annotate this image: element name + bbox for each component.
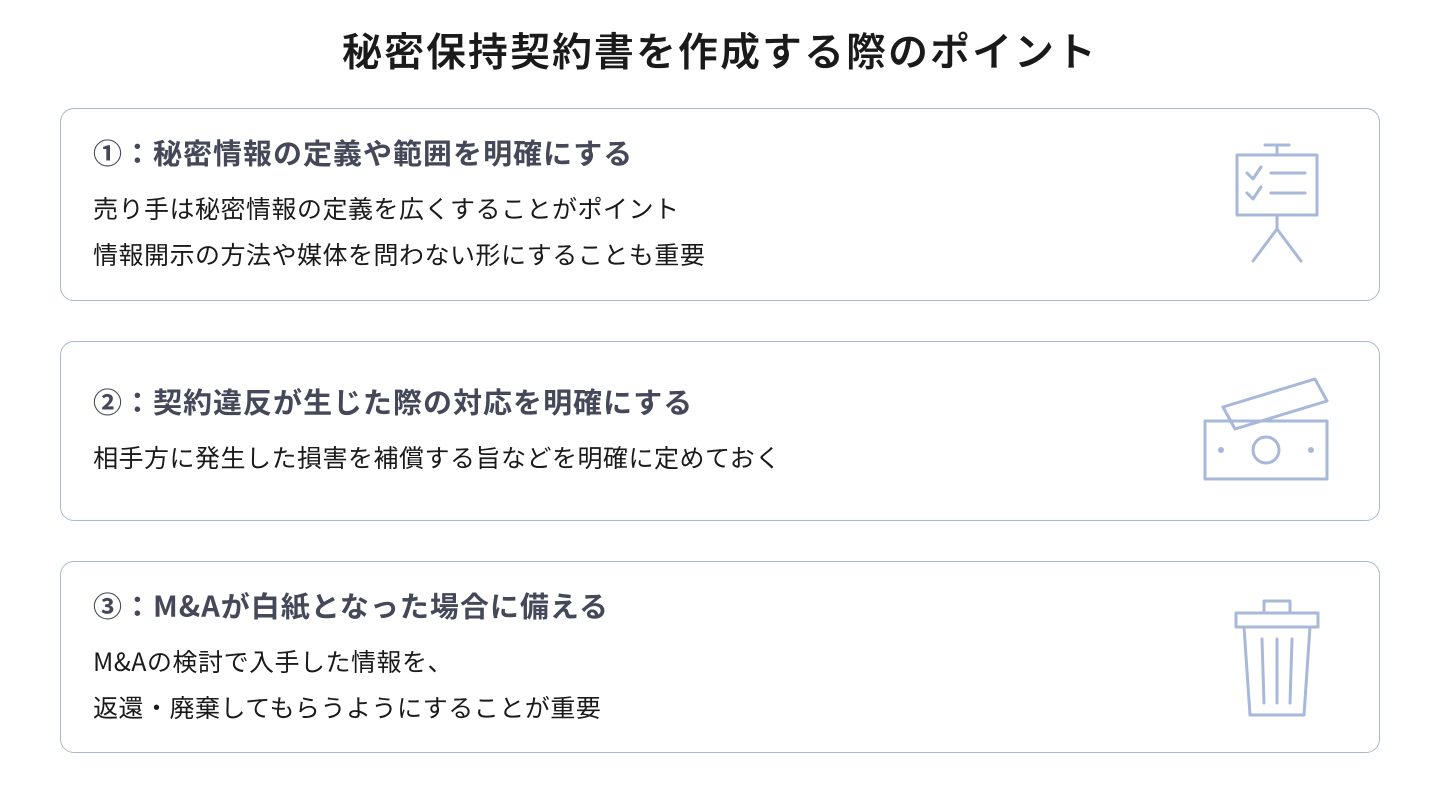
card-1-body: 売り手は秘密情報の定義を広くすることがポイント 情報開示の方法や媒体を問わない形… [93, 185, 1167, 278]
card-list: ①：秘密情報の定義や範囲を明確にする 売り手は秘密情報の定義を広くすることがポイ… [60, 108, 1380, 753]
trash-icon [1207, 587, 1347, 727]
card-3-body: M&Aの検討で入手した情報を、 返還・廃棄してもらうようにすることが重要 [93, 638, 1167, 731]
card-3: ③：M&Aが白紙となった場合に備える M&Aの検討で入手した情報を、 返還・廃棄… [60, 561, 1380, 754]
card-1: ①：秘密情報の定義や範囲を明確にする 売り手は秘密情報の定義を広くすることがポイ… [60, 108, 1380, 301]
card-2: ②：契約違反が生じた際の対応を明確にする 相手方に発生した損害を補償する旨などを… [60, 341, 1380, 521]
card-1-line1: 売り手は秘密情報の定義を広くすることがポイント [93, 185, 1167, 231]
card-3-text: ③：M&Aが白紙となった場合に備える M&Aの検討で入手した情報を、 返還・廃棄… [93, 584, 1167, 731]
card-1-text: ①：秘密情報の定義や範囲を明確にする 売り手は秘密情報の定義を広くすることがポイ… [93, 131, 1167, 278]
card-2-line1: 相手方に発生した損害を補償する旨などを明確に定めておく [93, 434, 1147, 480]
card-3-heading: ③：M&Aが白紙となった場合に備える [93, 584, 1167, 626]
page-title: 秘密保持契約書を作成する際のポイント [60, 20, 1380, 78]
card-2-heading: ②：契約違反が生じた際の対応を明確にする [93, 380, 1147, 422]
card-3-line1: M&Aの検討で入手した情報を、 [93, 638, 1167, 684]
card-1-heading: ①：秘密情報の定義や範囲を明確にする [93, 131, 1167, 173]
card-1-line2: 情報開示の方法や媒体を問わない形にすることも重要 [93, 231, 1167, 277]
money-icon [1187, 371, 1347, 491]
card-2-body: 相手方に発生した損害を補償する旨などを明確に定めておく [93, 434, 1147, 480]
card-3-line2: 返還・廃棄してもらうようにすることが重要 [93, 684, 1167, 730]
card-2-text: ②：契約違反が生じた際の対応を明確にする 相手方に発生した損害を補償する旨などを… [93, 380, 1147, 480]
presentation-checklist-icon [1207, 139, 1347, 269]
